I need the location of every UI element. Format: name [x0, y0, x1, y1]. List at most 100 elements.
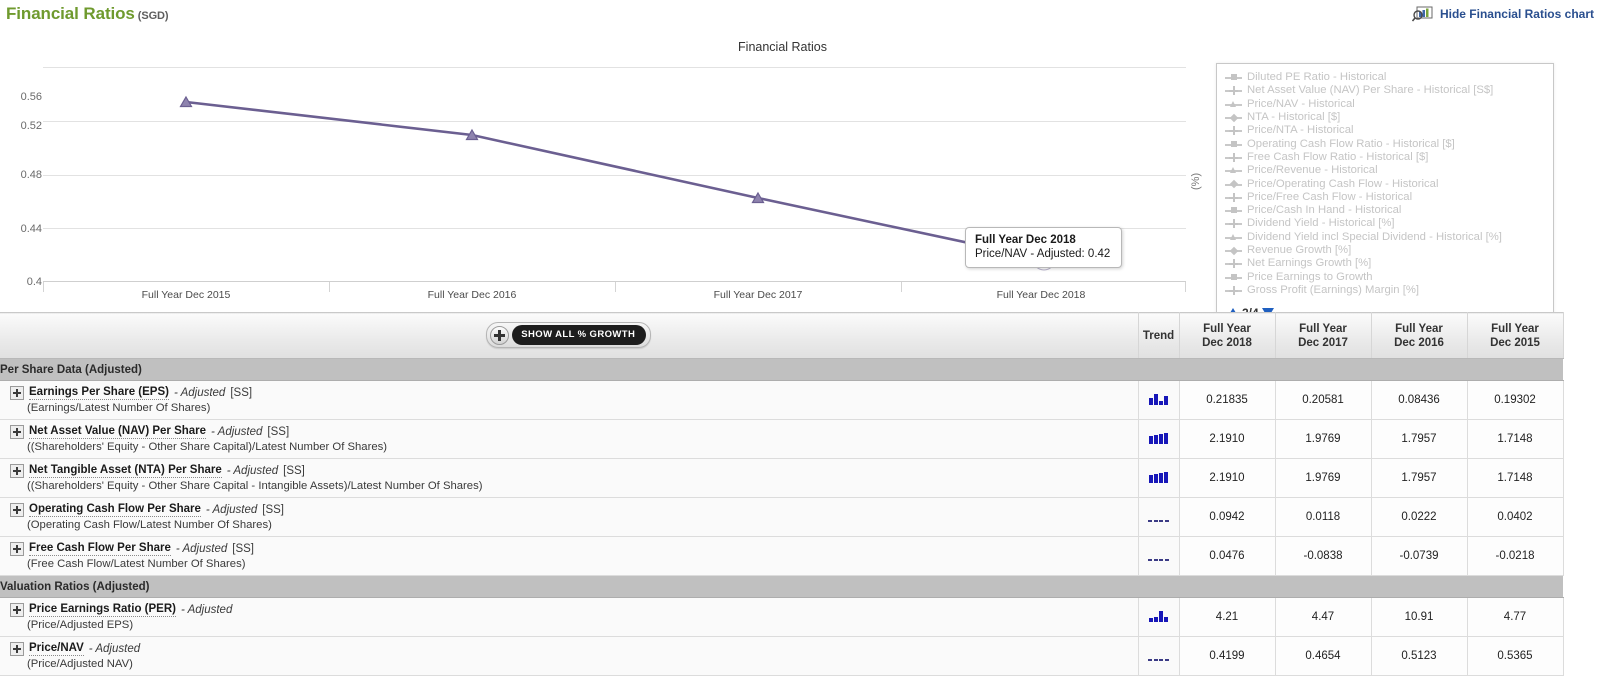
legend-item-label: Net Asset Value (NAV) Per Share - Histor…	[1247, 84, 1494, 97]
legend-marker-icon	[1225, 233, 1242, 242]
table-cell-value: 2.1910	[1179, 419, 1276, 459]
col-2016-line1: Full Year	[1395, 322, 1443, 335]
trend-sparkline-cell[interactable]	[1137, 536, 1180, 576]
table-cell-value: 0.0402	[1467, 497, 1564, 537]
expand-row-button[interactable]	[10, 424, 24, 439]
table-cell-value: -0.0838	[1275, 536, 1372, 576]
table-cell-value: 0.08436	[1371, 380, 1468, 420]
chart-title: Financial Ratios	[738, 40, 827, 54]
legend-item[interactable]: Dividend Yield - Historical [%]	[1225, 217, 1547, 230]
show-all-growth-button[interactable]: SHOW ALL % GROWTH	[486, 322, 652, 349]
legend-item-label: Price/Revenue - Historical	[1247, 164, 1378, 177]
table-cell-value: 4.21	[1179, 597, 1276, 637]
metric-adjusted-label: - Adjusted	[205, 503, 258, 516]
legend-item[interactable]: Price/Free Cash Flow - Historical	[1225, 191, 1547, 204]
metric-cell: Price/NAV - Adjusted (Price/Adjusted NAV)	[0, 636, 1138, 676]
trend-sparkline-cell[interactable]	[1137, 458, 1180, 498]
expand-row-button[interactable]	[10, 641, 24, 656]
legend-item[interactable]: Revenue Growth [%]	[1225, 244, 1547, 257]
legend-item[interactable]: Diluted PE Ratio - Historical	[1225, 71, 1547, 84]
table-cell-value: 4.77	[1467, 597, 1564, 637]
table-row: Earnings Per Share (EPS) - Adjusted [SS] (E…	[0, 380, 1564, 420]
legend-marker-icon	[1225, 259, 1242, 269]
legend-marker-icon	[1225, 179, 1242, 189]
sparkline-icon	[1149, 610, 1168, 622]
legend-item-label: Price/Cash In Hand - Historical	[1247, 204, 1402, 217]
table-cell-value: -0.0739	[1371, 536, 1468, 576]
legend-item[interactable]: Net Earnings Growth [%]	[1225, 257, 1547, 270]
trend-sparkline-cell[interactable]	[1137, 419, 1180, 459]
show-all-growth-header-cell: SHOW ALL % GROWTH	[0, 312, 1139, 359]
table-cell-value: 0.0476	[1179, 536, 1276, 576]
legend-item-list: Diluted PE Ratio - Historical Net Asset V…	[1225, 71, 1547, 297]
legend-item[interactable]: Price/Cash In Hand - Historical	[1225, 204, 1547, 217]
legend-item[interactable]: Price/NAV - Historical	[1225, 98, 1547, 111]
legend-item-label: Dividend Yield incl Special Dividend - H…	[1247, 230, 1502, 243]
legend-item[interactable]: Price/Operating Cash Flow - Historical	[1225, 177, 1547, 190]
metric-formula: (Earnings/Latest Number Of Shares)	[27, 402, 211, 414]
table-header-row: SHOW ALL % GROWTH Trend Full Year Dec 201…	[0, 312, 1564, 359]
hide-chart-toggle[interactable]: Hide Financial Ratios chart	[1411, 6, 1594, 22]
trend-sparkline-cell[interactable]	[1137, 497, 1180, 537]
y-tick-label-0.4: 0.4	[26, 276, 42, 288]
x-tick-mark-2	[615, 282, 616, 292]
metric-name[interactable]: Price/NAV	[29, 641, 84, 656]
metric-formula: (Operating Cash Flow/Latest Number Of Sh…	[27, 519, 272, 531]
legend-item[interactable]: Net Asset Value (NAV) Per Share - Histor…	[1225, 84, 1547, 97]
legend-marker-icon	[1225, 113, 1242, 122]
table-section-title: Valuation Ratios (Adjusted)	[0, 575, 1563, 598]
metric-formula: (Free Cash Flow/Latest Number Of Shares)	[27, 558, 246, 570]
x-tick-mark-3	[901, 282, 902, 292]
expand-row-button[interactable]	[10, 385, 24, 400]
metric-adjusted-label: - Adjusted	[175, 542, 228, 555]
metric-name[interactable]: Net Asset Value (NAV) Per Share	[29, 424, 207, 439]
legend-item[interactable]: Gross Profit (Earnings) Margin [%]	[1225, 284, 1547, 297]
chart-tooltip: Full Year Dec 2018 Price/NAV - Adjusted:…	[965, 227, 1122, 268]
col-2015-line1: Full Year	[1491, 322, 1539, 335]
metric-adjusted-label: - Adjusted	[173, 386, 226, 399]
table-cell-value: 0.5123	[1371, 636, 1468, 676]
table-section-title: Per Share Data (Adjusted)	[0, 358, 1563, 381]
legend-item[interactable]: NTA - Historical [$]	[1225, 111, 1547, 124]
metric-name[interactable]: Operating Cash Flow Per Share	[29, 502, 201, 517]
legend-marker-icon	[1225, 152, 1242, 162]
metric-name[interactable]: Price Earnings Ratio (PER)	[29, 602, 176, 617]
metric-source-tag: [SS]	[262, 503, 284, 516]
table-cell-value: 0.0942	[1179, 497, 1276, 537]
table-row: Free Cash Flow Per Share - Adjusted [SS] (F…	[0, 536, 1564, 576]
metric-name[interactable]: Free Cash Flow Per Share	[29, 541, 171, 556]
trend-sparkline-cell[interactable]	[1137, 597, 1180, 637]
metric-adjusted-label: - Adjusted	[88, 642, 141, 655]
metric-adjusted-label: - Adjusted	[211, 425, 263, 438]
metric-name[interactable]: Earnings Per Share (EPS)	[29, 385, 169, 400]
legend-item[interactable]: Price/Revenue - Historical	[1225, 164, 1547, 177]
column-header-dec-2015: Full Year Dec 2015	[1467, 312, 1564, 359]
metric-adjusted-label: - Adjusted	[180, 603, 233, 616]
trend-sparkline-cell[interactable]	[1137, 636, 1180, 676]
legend-item[interactable]: Price/NTA - Historical	[1225, 124, 1547, 137]
metric-cell: Earnings Per Share (EPS) - Adjusted [SS] (E…	[0, 380, 1138, 420]
legend-item[interactable]: Operating Cash Flow Ratio - Historical […	[1225, 137, 1547, 150]
expand-row-button[interactable]	[10, 463, 24, 478]
metric-name[interactable]: Net Tangible Asset (NTA) Per Share	[29, 463, 222, 478]
table-section-header: Valuation Ratios (Adjusted)	[0, 575, 1563, 598]
column-header-trend: Trend	[1138, 312, 1180, 359]
legend-item[interactable]: Price Earnings to Growth	[1225, 270, 1547, 283]
expand-row-button[interactable]	[10, 502, 24, 517]
legend-marker-icon	[1225, 246, 1242, 255]
column-header-trend-label: Trend	[1142, 329, 1175, 342]
tooltip-value: Price/NAV - Adjusted: 0.42	[975, 248, 1111, 260]
metric-adjusted-label: - Adjusted	[226, 464, 279, 477]
col-2017-line1: Full Year	[1299, 322, 1347, 335]
legend-item[interactable]: Free Cash Flow Ratio - Historical [$]	[1225, 151, 1547, 164]
x-tick-label-2016: Full Year Dec 2016	[427, 289, 517, 301]
trend-sparkline-cell[interactable]	[1137, 380, 1180, 420]
legend-marker-icon	[1225, 86, 1242, 96]
financial-ratios-table: SHOW ALL % GROWTH Trend Full Year Dec 201…	[0, 312, 1564, 676]
legend-marker-icon	[1225, 285, 1242, 295]
x-tick-label-2018: Full Year Dec 2018	[996, 289, 1086, 301]
metric-formula: (Price/Adjusted EPS)	[27, 619, 134, 631]
legend-item[interactable]: Dividend Yield incl Special Dividend - H…	[1225, 231, 1547, 244]
expand-row-button[interactable]	[10, 541, 24, 556]
expand-row-button[interactable]	[10, 602, 24, 617]
